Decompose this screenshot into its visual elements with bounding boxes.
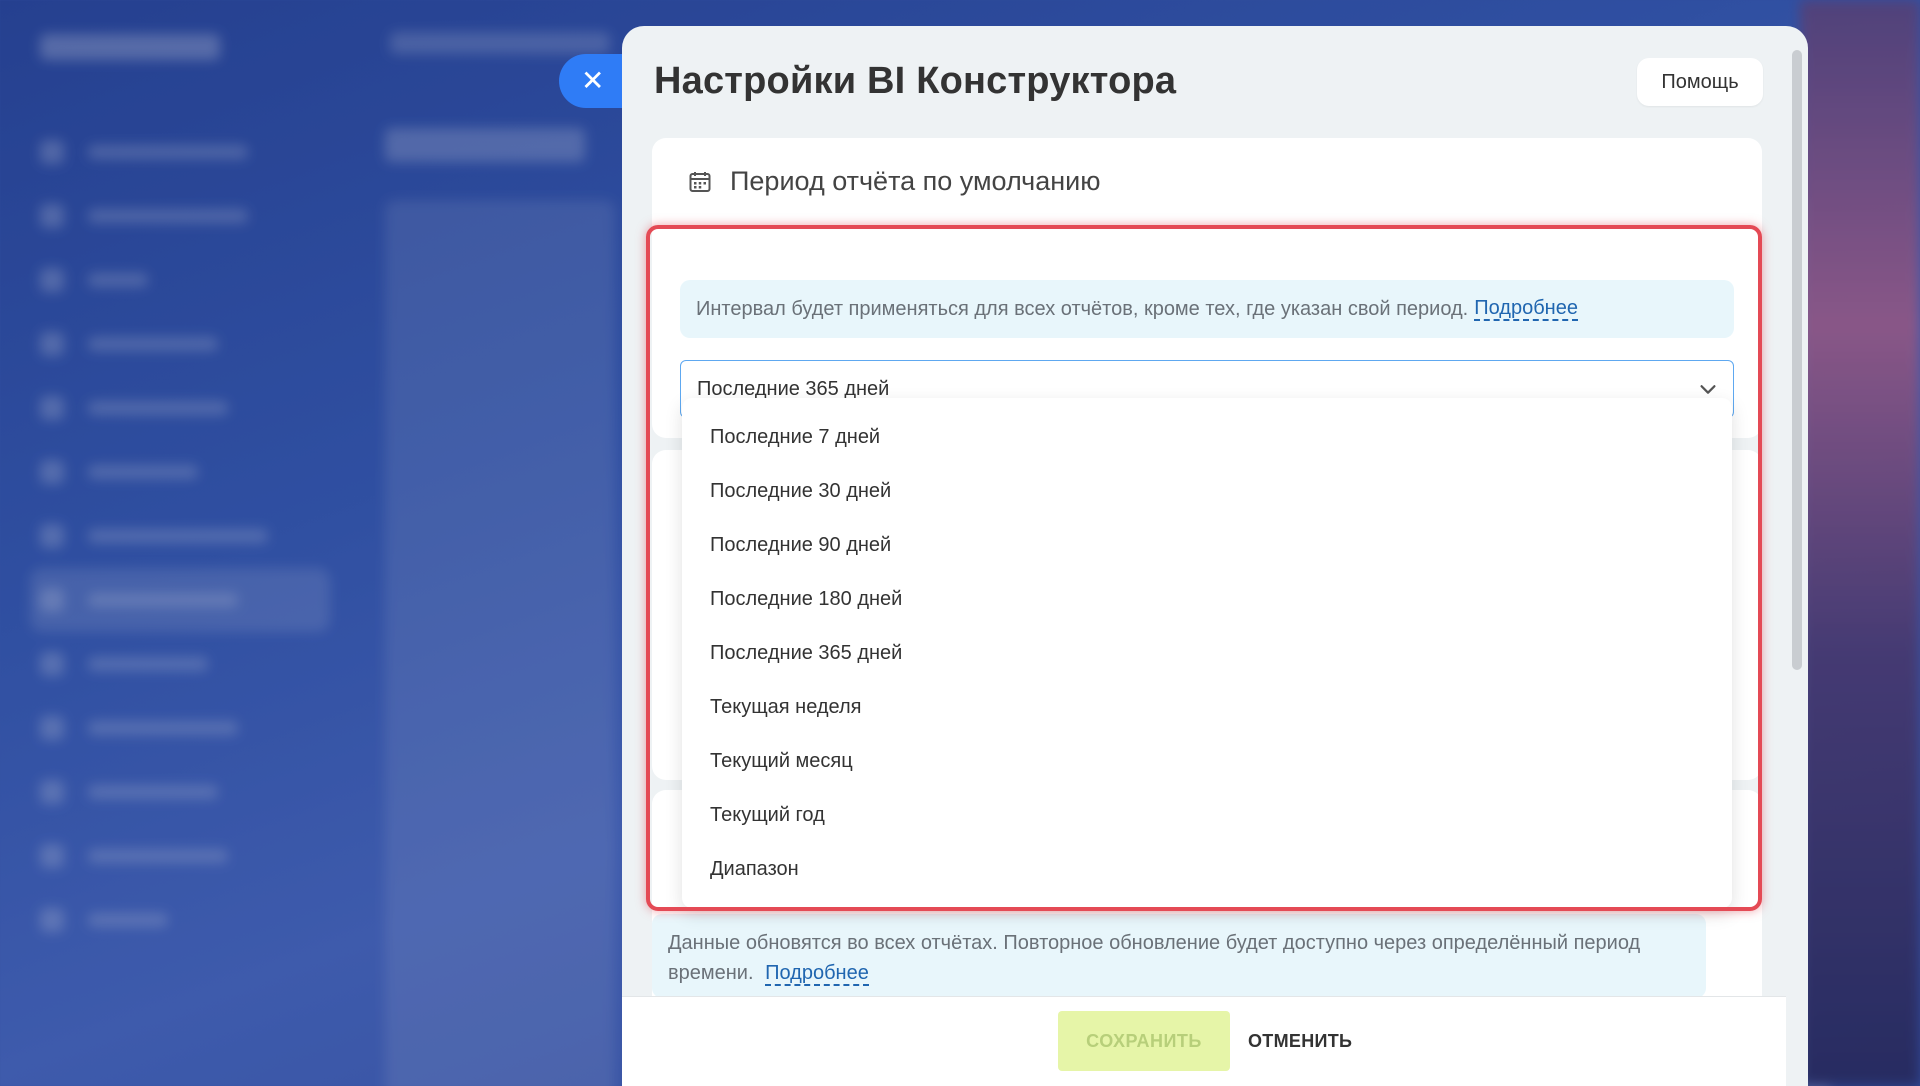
period-card-title: Период отчёта по умолчанию — [730, 166, 1101, 196]
help-button[interactable]: Помощь — [1637, 58, 1763, 106]
page-title: Настройки BI Конструктора — [654, 60, 1177, 102]
close-button[interactable]: ✕ — [559, 54, 629, 108]
highlight-frame — [646, 225, 1762, 911]
close-icon: ✕ — [581, 65, 605, 96]
panel-footer: СОХРАНИТЬ ОТМЕНИТЬ — [622, 996, 1786, 1086]
panel-scrollbar[interactable] — [1792, 50, 1802, 670]
calendar-icon — [689, 171, 711, 192]
refresh-info-box: Данные обновятся во всех отчётах. Повтор… — [652, 914, 1706, 998]
period-card-header: Период отчёта по умолчанию — [688, 166, 1100, 197]
save-button[interactable]: СОХРАНИТЬ — [1058, 1011, 1230, 1071]
cancel-button[interactable]: ОТМЕНИТЬ — [1248, 1011, 1352, 1071]
refresh-info-link[interactable]: Подробнее — [765, 962, 869, 986]
